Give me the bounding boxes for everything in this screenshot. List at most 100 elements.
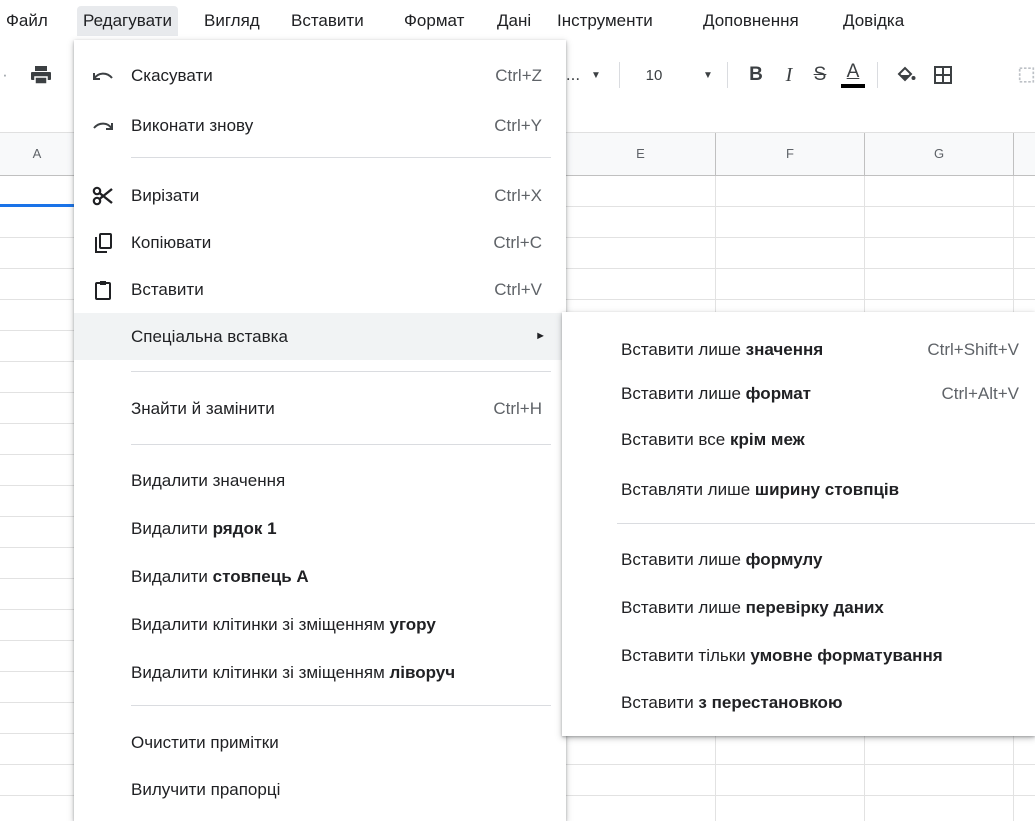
menu-item-label: Виконати знову	[131, 116, 254, 135]
menu-item-shortcut: Ctrl+Shift+V	[927, 340, 1019, 359]
column-header-f[interactable]: F	[716, 133, 865, 175]
menu-item-label: Вставити лише формулу	[621, 537, 822, 583]
text-color-label: A	[846, 61, 860, 82]
label-bold: формулу	[745, 550, 823, 569]
menu-item-label: Видалити клітинки зі зміщенням ліворуч	[131, 649, 455, 696]
menu-item-label: Копіювати	[131, 233, 212, 252]
undo-icon	[90, 52, 116, 99]
menu-item-delete-column[interactable]: Видалити стовпець A	[74, 553, 566, 600]
menu-item-shortcut: Ctrl+Z	[495, 66, 542, 85]
menu-edit[interactable]: Редагувати	[77, 6, 178, 36]
menu-item-label: Спеціальна вставка	[131, 327, 288, 346]
label-bold: формат	[745, 384, 811, 403]
toolbar-edge: ·	[2, 65, 8, 84]
menu-item-delete-values[interactable]: Видалити значення	[74, 457, 566, 504]
label-text: Вставити лише	[621, 598, 746, 617]
menu-item-copy[interactable]: Копіювати Ctrl+C	[74, 219, 566, 266]
text-color-swatch	[841, 84, 865, 88]
menu-item-label: Видалити значення	[131, 471, 286, 490]
menu-item-find-replace[interactable]: Знайти й замінити Ctrl+H	[74, 385, 566, 432]
chevron-down-icon[interactable]: ▼	[588, 46, 604, 104]
column-header-e[interactable]: E	[566, 133, 716, 175]
scissors-icon	[90, 172, 116, 219]
menu-bar: Файл Редагувати Вигляд Вставити Формат Д…	[0, 0, 1035, 40]
text-color-button[interactable]: A	[840, 46, 866, 104]
submenu-arrow-icon: ►	[535, 330, 546, 342]
label-text: Вставити тільки	[621, 646, 751, 665]
menu-item-label: Вставляти лише ширину стовпців	[621, 467, 899, 513]
submenu-item-paste-transposed[interactable]: Вставити з перестановкою	[562, 680, 1035, 726]
menu-item-label: Вставити лише перевірку даних	[621, 585, 884, 631]
menu-item-paste[interactable]: Вставити Ctrl+V	[74, 266, 566, 313]
menu-item-label: Видалити стовпець A	[131, 553, 309, 600]
menu-insert[interactable]: Вставити	[285, 6, 370, 36]
menu-item-remove-checkboxes[interactable]: Вилучити прапорці	[74, 766, 566, 813]
font-size-select[interactable]: 10	[634, 46, 674, 104]
menu-help[interactable]: Довідка	[837, 6, 910, 36]
menu-divider	[131, 371, 551, 372]
chevron-down-icon[interactable]: ▼	[700, 46, 716, 104]
menu-item-undo[interactable]: Скасувати Ctrl+Z	[74, 52, 566, 99]
menu-file[interactable]: Файл	[0, 6, 54, 36]
menu-item-shortcut: Ctrl+C	[493, 233, 542, 252]
menu-item-label: Вставити	[131, 280, 204, 299]
menu-item-delete-row[interactable]: Видалити рядок 1	[74, 505, 566, 552]
label-bold: угору	[389, 615, 436, 634]
menu-item-shortcut: Ctrl+H	[493, 399, 542, 418]
label-bold: рядок 1	[212, 519, 277, 538]
borders-icon[interactable]	[930, 46, 956, 104]
menu-item-label: Вставити лише формат	[621, 371, 811, 417]
menu-item-label: Скасувати	[131, 66, 213, 85]
submenu-item-paste-values[interactable]: Вставити лише значення Ctrl+Shift+V	[562, 327, 1035, 373]
label-bold: перевірку даних	[745, 598, 884, 617]
print-icon[interactable]	[26, 46, 56, 104]
menu-item-label: Знайти й замінити	[131, 399, 275, 418]
menu-item-delete-cells-up[interactable]: Видалити клітинки зі зміщенням угору	[74, 601, 566, 648]
menu-divider	[617, 523, 1035, 524]
menu-item-label: Вилучити прапорці	[131, 780, 281, 799]
label-text: Вставити лише	[621, 384, 746, 403]
menu-divider	[131, 705, 551, 706]
submenu-item-paste-column-width[interactable]: Вставляти лише ширину стовпців	[562, 467, 1035, 513]
menu-item-label: Вставити все крім меж	[621, 417, 805, 463]
fill-color-icon[interactable]	[893, 46, 919, 104]
submenu-item-paste-conditional-formatting[interactable]: Вставити тільки умовне форматування	[562, 633, 1035, 679]
label-bold: стовпець A	[212, 567, 309, 586]
label-text: Видалити клітинки зі зміщенням	[131, 615, 390, 634]
menu-addons[interactable]: Доповнення	[697, 6, 805, 36]
submenu-item-paste-format[interactable]: Вставити лише формат Ctrl+Alt+V	[562, 371, 1035, 417]
column-header-g[interactable]: G	[865, 133, 1014, 175]
menu-view[interactable]: Вигляд	[198, 6, 266, 36]
label-text: Вставити лише	[621, 340, 746, 359]
merge-cells-icon[interactable]	[1018, 46, 1035, 104]
menu-item-redo[interactable]: Виконати знову Ctrl+Y	[74, 102, 566, 149]
label-text: Вставити	[621, 693, 699, 712]
label-bold: крім меж	[729, 430, 805, 449]
menu-format[interactable]: Формат	[398, 6, 470, 36]
menu-data[interactable]: Дані	[491, 6, 537, 36]
bold-button[interactable]: B	[744, 46, 768, 104]
label-bold: ліворуч	[389, 663, 456, 682]
label-bold: значення	[745, 340, 824, 359]
label-bold: з перестановкою	[698, 693, 843, 712]
column-header-a[interactable]: A	[0, 133, 75, 175]
menu-item-delete-cells-left[interactable]: Видалити клітинки зі зміщенням ліворуч	[74, 649, 566, 696]
menu-item-paste-special[interactable]: Спеціальна вставка ►	[74, 313, 566, 360]
menu-item-clear-notes[interactable]: Очистити примітки	[74, 719, 566, 766]
menu-item-shortcut: Ctrl+V	[494, 280, 542, 299]
strikethrough-button[interactable]: S	[808, 46, 832, 104]
submenu-item-paste-data-validation[interactable]: Вставити лише перевірку даних	[562, 585, 1035, 631]
menu-item-shortcut: Ctrl+Alt+V	[941, 384, 1019, 403]
menu-item-label: Видалити рядок 1	[131, 505, 277, 552]
submenu-item-paste-formula[interactable]: Вставити лише формулу	[562, 537, 1035, 583]
label-text: Вставляти лише	[621, 480, 755, 499]
submenu-item-paste-except-borders[interactable]: Вставити все крім меж	[562, 417, 1035, 463]
menu-item-label: Вставити з перестановкою	[621, 680, 842, 726]
menu-tools[interactable]: Інструменти	[551, 6, 659, 36]
menu-item-cut[interactable]: Вирізати Ctrl+X	[74, 172, 566, 219]
menu-divider	[131, 444, 551, 445]
label-text: Вставити все	[621, 430, 730, 449]
italic-button[interactable]: I	[777, 46, 801, 104]
toolbar-divider	[619, 62, 620, 88]
toolbar-divider	[727, 62, 728, 88]
